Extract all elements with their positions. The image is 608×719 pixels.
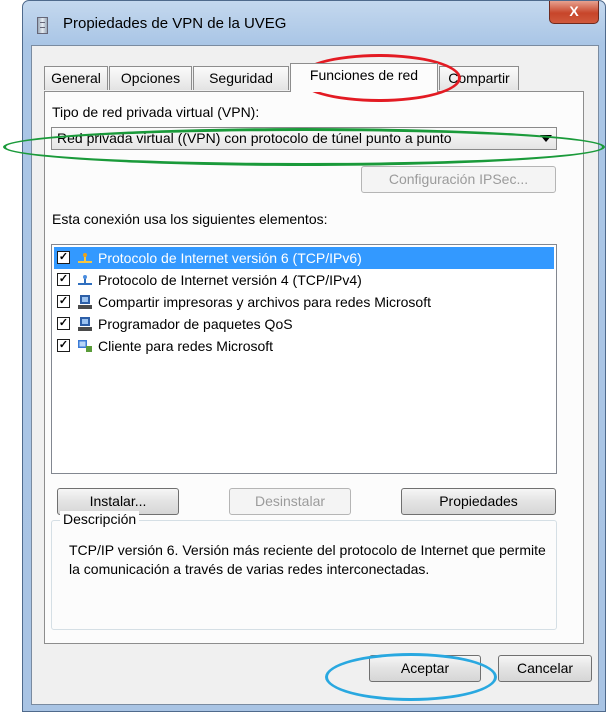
vpn-type-dropdown[interactable]: Red privada virtual ((VPN) con protocolo… [51,127,557,150]
network-protocol-icon [78,275,92,285]
list-item-label: Programador de paquetes QoS [98,316,293,332]
dialog-window: Propiedades de VPN de la UVEG X General … [22,0,606,712]
window-title: Propiedades de VPN de la UVEG [63,15,287,32]
list-item[interactable]: ✓ Compartir impresoras y archivos para r… [54,291,554,313]
network-service-icon [78,317,92,331]
checkbox[interactable]: ✓ [57,339,70,352]
properties-button[interactable]: Propiedades [401,488,556,515]
uninstall-button[interactable]: Desinstalar [229,488,351,515]
vpn-connection-icon [37,17,48,34]
list-item-label: Cliente para redes Microsoft [98,338,274,354]
checkbox[interactable]: ✓ [57,295,70,308]
tab-funciones-de-red[interactable]: Funciones de red [290,63,438,92]
network-client-icon [78,340,92,352]
description-text: TCP/IP versión 6. Versión más reciente d… [69,542,546,577]
checkbox[interactable]: ✓ [57,317,70,330]
tab-general[interactable]: General [44,66,108,90]
dropdown-arrow-icon [540,135,552,142]
tab-page-networking: Tipo de red privada virtual (VPN): Red p… [44,91,584,644]
list-item-label: Protocolo de Internet versión 6 (TCP/IPv… [98,250,362,266]
ok-button[interactable]: Aceptar [369,655,481,682]
tab-compartir[interactable]: Compartir [439,66,519,90]
list-item-label: Protocolo de Internet versión 4 (TCP/IPv… [98,272,362,288]
list-item-label: Compartir impresoras y archivos para red… [98,294,431,310]
tab-opciones[interactable]: Opciones [109,66,192,90]
list-item[interactable]: ✓ Programador de paquetes QoS [54,313,554,335]
list-item[interactable]: ✓ Protocolo de Internet versión 6 (TCP/I… [54,247,554,269]
components-list[interactable]: ✓ Protocolo de Internet versión 6 (TCP/I… [51,244,557,474]
cancel-button[interactable]: Cancelar [498,655,592,682]
checkbox[interactable]: ✓ [57,273,70,286]
tab-seguridad[interactable]: Seguridad [193,66,289,90]
network-protocol-icon [78,253,92,263]
title-bar[interactable]: Propiedades de VPN de la UVEG X [23,1,605,45]
list-item[interactable]: ✓ Protocolo de Internet versión 4 (TCP/I… [54,269,554,291]
network-service-icon [78,295,92,309]
dialog-client-area: General Opciones Seguridad Funciones de … [31,45,599,705]
vpn-type-value: Red privada virtual ((VPN) con protocolo… [57,130,452,146]
checkbox[interactable]: ✓ [57,251,70,264]
list-item[interactable]: ✓ Cliente para redes Microsoft [54,335,554,357]
close-button[interactable]: X [549,1,599,24]
components-label: Esta conexión usa los siguientes element… [52,211,328,227]
ipsec-settings-button[interactable]: Configuración IPSec... [361,166,556,193]
description-legend: Descripción [60,511,140,527]
description-group: Descripción TCP/IP versión 6. Versión má… [51,511,557,630]
vpn-type-label: Tipo de red privada virtual (VPN): [52,104,260,120]
